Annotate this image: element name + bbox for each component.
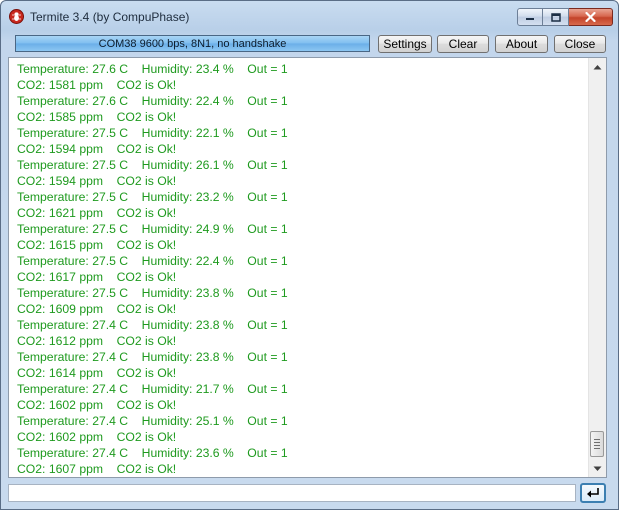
terminal-line: CO2: 1585 ppm CO2 is Ok! xyxy=(17,110,177,124)
window-title: Termite 3.4 (by CompuPhase) xyxy=(30,10,190,24)
terminal-line: Temperature: 27.6 C Humidity: 23.4 % Out… xyxy=(17,62,288,76)
toolbar: COM38 9600 bps, 8N1, no handshake Settin… xyxy=(8,35,611,55)
caption-buttons xyxy=(517,8,613,27)
send-input[interactable] xyxy=(8,484,576,502)
terminal-line: CO2: 1612 ppm CO2 is Ok! xyxy=(17,334,177,348)
terminal-line: Temperature: 27.4 C Humidity: 25.1 % Out… xyxy=(17,414,288,428)
terminal-line: CO2: 1609 ppm CO2 is Ok! xyxy=(17,302,177,316)
terminal-line: Temperature: 27.6 C Humidity: 22.4 % Out… xyxy=(17,94,288,108)
settings-button[interactable]: Settings xyxy=(378,35,432,53)
send-button[interactable] xyxy=(580,483,606,503)
terminal-line: Temperature: 27.5 C Humidity: 22.4 % Out… xyxy=(17,254,288,268)
scroll-up-button[interactable] xyxy=(589,58,606,75)
enter-return-icon xyxy=(587,488,599,498)
scrollbar-thumb[interactable] xyxy=(590,431,604,457)
terminal-line: Temperature: 27.4 C Humidity: 23.8 % Out… xyxy=(17,318,288,332)
termite-app-icon[interactable] xyxy=(9,9,24,24)
terminal-line: CO2: 1594 ppm CO2 is Ok! xyxy=(17,174,177,188)
close-window-button[interactable] xyxy=(569,8,613,26)
scroll-down-arrow-icon xyxy=(593,466,602,471)
maximize-button[interactable] xyxy=(543,8,569,26)
terminal-line: CO2: 1581 ppm CO2 is Ok! xyxy=(17,78,177,92)
maximize-icon xyxy=(550,12,561,22)
terminal-output[interactable]: Temperature: 27.6 C Humidity: 23.4 % Out… xyxy=(8,57,607,478)
output-lines: Temperature: 27.6 C Humidity: 23.4 % Out… xyxy=(17,61,587,477)
terminal-line: Temperature: 27.4 C Humidity: 21.7 % Out… xyxy=(17,382,288,396)
terminal-line: CO2: 1617 ppm CO2 is Ok! xyxy=(17,270,177,284)
terminal-line: CO2: 1614 ppm CO2 is Ok! xyxy=(17,366,177,380)
terminal-line: CO2: 1602 ppm CO2 is Ok! xyxy=(17,398,177,412)
close-icon xyxy=(585,12,596,22)
title-bar[interactable]: Termite 3.4 (by CompuPhase) xyxy=(1,1,618,33)
minimize-button[interactable] xyxy=(517,8,543,26)
input-row xyxy=(8,482,612,504)
terminal-line: Temperature: 27.5 C Humidity: 24.9 % Out… xyxy=(17,222,288,236)
terminal-line: CO2: 1602 ppm CO2 is Ok! xyxy=(17,430,177,444)
terminal-line: CO2: 1607 ppm CO2 is Ok! xyxy=(17,462,177,476)
terminal-line: Temperature: 27.5 C Humidity: 23.8 % Out… xyxy=(17,286,288,300)
minimize-icon xyxy=(526,18,534,20)
about-button[interactable]: About xyxy=(495,35,548,53)
terminal-line: CO2: 1594 ppm CO2 is Ok! xyxy=(17,142,177,156)
close-button[interactable]: Close xyxy=(554,35,606,53)
terminal-line: Temperature: 27.5 C Humidity: 22.1 % Out… xyxy=(17,126,288,140)
terminal-line: CO2: 1621 ppm CO2 is Ok! xyxy=(17,206,177,220)
scroll-down-button[interactable] xyxy=(589,460,606,477)
clear-button[interactable]: Clear xyxy=(437,35,489,53)
vertical-scrollbar[interactable] xyxy=(588,58,606,477)
connection-status[interactable]: COM38 9600 bps, 8N1, no handshake xyxy=(15,35,370,52)
terminal-line: Temperature: 27.5 C Humidity: 23.2 % Out… xyxy=(17,190,288,204)
terminal-line: Temperature: 27.4 C Humidity: 23.8 % Out… xyxy=(17,350,288,364)
termite-window: Termite 3.4 (by CompuPhase) COM38 9600 b… xyxy=(0,0,619,510)
terminal-line: CO2: 1615 ppm CO2 is Ok! xyxy=(17,238,177,252)
terminal-line: Temperature: 27.5 C Humidity: 26.1 % Out… xyxy=(17,158,288,172)
terminal-line: Temperature: 27.4 C Humidity: 23.6 % Out… xyxy=(17,446,288,460)
scroll-up-arrow-icon xyxy=(593,64,602,69)
